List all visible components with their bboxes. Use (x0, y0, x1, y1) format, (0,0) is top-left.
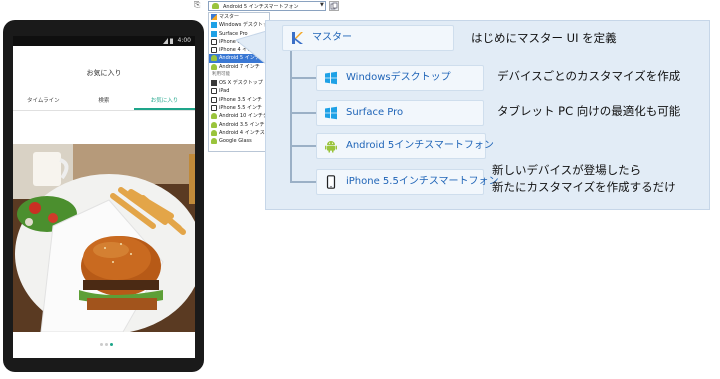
dropdown-item[interactable]: Windows デスクトップ (209, 21, 269, 29)
copy-icon[interactable] (329, 1, 339, 11)
callout-panel: マスター Windowsデスクトップ Surface Pro Android 5… (265, 20, 710, 210)
android-icon (211, 113, 217, 120)
node-label: Surface Pro (346, 107, 404, 118)
android-icon (211, 121, 217, 128)
dropdown-item[interactable]: Android 3.5 インチスマ (209, 121, 269, 129)
windows-icon (325, 106, 337, 120)
desc-new-device-2: 新たにカスタマイズを作成するだけ (492, 180, 676, 194)
dropdown-item-label: Android 10 インチタブ (219, 113, 269, 120)
dropdown-item[interactable]: マスター (209, 13, 269, 21)
dropdown-item-label: Android 4 インチスマ (219, 129, 269, 136)
android-icon (212, 3, 219, 9)
tree-branch (290, 181, 318, 183)
apple-icon (211, 80, 217, 87)
desc-master: はじめにマスター UI を定義 (471, 31, 617, 45)
burger-photo (13, 144, 195, 332)
dropdown-item-label: マスター (219, 14, 240, 20)
desc-surface: タブレット PC 向けの最適化も可能 (497, 104, 681, 118)
node-label: Android 5インチスマートフォン (346, 140, 494, 151)
dropdown-item-label: Android 3.5 インチスマ (219, 121, 269, 128)
device-select[interactable]: Android 5 インチスマートフォン (208, 1, 326, 11)
android-icon (211, 55, 217, 62)
android-icon (211, 63, 217, 70)
node-label: iPhone 5.5インチスマートフォン (346, 176, 499, 187)
windows-icon (211, 30, 217, 37)
phone-icon (211, 88, 217, 95)
dropdown-item[interactable]: Android 4 インチスマ (209, 129, 269, 137)
phone-icon (211, 47, 217, 54)
master-icon (211, 14, 217, 20)
phone-screen: お気に入り タイムライン 検索 お気に入り (13, 46, 195, 358)
dropdown-item-label: Google Glass (219, 138, 252, 145)
android-icon (211, 129, 217, 136)
phone-icon (211, 38, 217, 45)
android-icon (211, 138, 217, 145)
tree-branch (290, 112, 318, 114)
status-time: 4:00 (177, 37, 191, 44)
dropdown-item[interactable]: Google Glass (209, 137, 269, 145)
node-android-5inch[interactable]: Android 5インチスマートフォン (316, 133, 494, 159)
desc-windows: デバイスごとのカスタマイズを作成 (497, 69, 681, 83)
windows-icon (211, 22, 217, 29)
phone-device-frame: 4:00 お気に入り タイムライン 検索 お気に入り (3, 20, 204, 372)
desc-new-device-1: 新しいデバイスが登場したら (492, 163, 642, 177)
dropdown-item-label: iPad (219, 88, 230, 95)
windows-icon (325, 71, 337, 85)
dropdown-item[interactable]: Android 10 インチタブ (209, 112, 269, 120)
node-iphone-5_5inch[interactable]: iPhone 5.5インチスマートフォン (316, 169, 499, 195)
phone-icon (326, 175, 336, 189)
phone-icon (211, 96, 217, 103)
node-surface-pro[interactable]: Surface Pro (316, 100, 484, 126)
master-node[interactable]: マスター (282, 25, 454, 51)
node-windows-desktop[interactable]: Windowsデスクトップ (316, 65, 484, 91)
node-label: Windowsデスクトップ (346, 72, 451, 83)
tab-search[interactable]: 検索 (74, 92, 135, 110)
tree-trunk (290, 51, 292, 181)
chevron-down-icon[interactable]: ▼ (320, 2, 326, 10)
tree-branch (290, 145, 318, 147)
tab-timeline[interactable]: タイムライン (13, 92, 74, 110)
master-node-label: マスター (312, 32, 352, 43)
page-dot[interactable] (100, 343, 103, 346)
view-icon[interactable]: ⎘ (194, 1, 200, 9)
phone-icon (211, 104, 217, 111)
tree-branch (290, 77, 318, 79)
device-select-value: Android 5 インチスマートフォン (223, 4, 299, 10)
android-icon (325, 141, 337, 153)
signal-icon (163, 38, 173, 44)
tab-favorites[interactable]: お気に入り (134, 92, 195, 110)
app-title: お気に入り (86, 69, 122, 77)
status-bar: 4:00 (13, 36, 195, 46)
dropdown-item-label: Windows デスクトップ (219, 22, 269, 29)
page-dot[interactable] (105, 343, 108, 346)
master-icon (292, 32, 303, 44)
tab-bar: タイムライン 検索 お気に入り (13, 92, 195, 111)
page-dot-current[interactable] (110, 343, 113, 346)
